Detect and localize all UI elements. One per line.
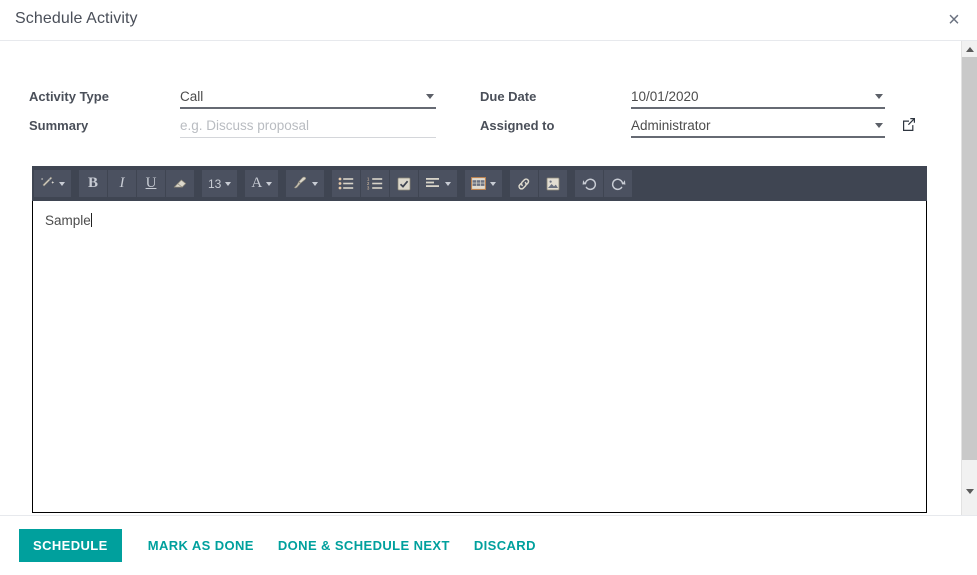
chevron-down-icon[interactable] bbox=[426, 94, 434, 99]
field-due-date: Due Date 10/01/2020 bbox=[480, 85, 920, 114]
activity-type-value[interactable]: Call bbox=[180, 85, 436, 109]
toolbar-group-history bbox=[575, 170, 633, 197]
done-and-schedule-next-button[interactable]: DONE & SCHEDULE NEXT bbox=[266, 529, 462, 562]
chevron-down-icon bbox=[312, 182, 318, 186]
bold-icon[interactable]: B bbox=[79, 170, 107, 197]
underline-icon[interactable]: U bbox=[137, 170, 165, 197]
background-color-brush-icon[interactable] bbox=[286, 170, 324, 197]
toolbar-group-highlight bbox=[286, 170, 325, 197]
due-date-control[interactable]: 10/01/2020 bbox=[631, 85, 885, 111]
text-color-icon[interactable]: A bbox=[245, 170, 278, 197]
font-size-value: 13 bbox=[208, 177, 221, 191]
schedule-activity-dialog: Schedule Activity × Activity Type Call S… bbox=[0, 0, 977, 575]
chevron-down-icon[interactable] bbox=[875, 94, 883, 99]
toolbar-group-lists: 1 2 3 bbox=[332, 170, 458, 197]
close-icon[interactable]: × bbox=[941, 7, 967, 33]
toolbar-group-insert bbox=[510, 170, 568, 197]
page-title: Schedule Activity bbox=[15, 10, 138, 28]
ordered-list-icon[interactable]: 1 2 3 bbox=[361, 170, 389, 197]
toolbar-group-font: B I U bbox=[79, 170, 195, 197]
summary-input[interactable] bbox=[180, 114, 436, 138]
activity-type-control[interactable]: Call bbox=[180, 85, 436, 111]
chevron-down-icon bbox=[490, 182, 496, 186]
link-icon[interactable] bbox=[510, 170, 538, 197]
note-editor-body[interactable]: Sample bbox=[32, 201, 927, 513]
chevron-down-icon bbox=[59, 182, 65, 186]
note-editor-text: Sample bbox=[45, 211, 91, 231]
italic-icon[interactable]: I bbox=[108, 170, 136, 197]
vertical-scrollbar[interactable] bbox=[961, 41, 977, 515]
dialog-footer: SCHEDULE MARK AS DONE DONE & SCHEDULE NE… bbox=[0, 515, 977, 575]
chevron-down-icon bbox=[445, 182, 451, 186]
dialog-header: Schedule Activity × bbox=[0, 0, 977, 41]
table-icon[interactable] bbox=[465, 170, 502, 197]
chevron-down-icon bbox=[225, 182, 231, 186]
scroll-down-arrow-icon[interactable] bbox=[962, 483, 977, 499]
scroll-up-arrow-icon[interactable] bbox=[962, 41, 977, 57]
assigned-to-value[interactable]: Administrator bbox=[631, 114, 885, 138]
checklist-icon[interactable] bbox=[390, 170, 418, 197]
field-summary: Summary bbox=[29, 114, 449, 143]
font-size-select[interactable]: 13 bbox=[202, 170, 237, 197]
chevron-down-icon[interactable] bbox=[875, 123, 883, 128]
toolbar-group-color: A bbox=[245, 170, 279, 197]
summary-control[interactable] bbox=[180, 114, 436, 140]
due-date-label: Due Date bbox=[480, 89, 536, 104]
schedule-button[interactable]: SCHEDULE bbox=[19, 529, 122, 562]
editor-toolbar: B I U 13 bbox=[32, 166, 927, 201]
image-icon[interactable] bbox=[539, 170, 567, 197]
text-cursor bbox=[91, 213, 92, 227]
note-editor: B I U 13 bbox=[32, 166, 927, 513]
toolbar-group-style bbox=[34, 170, 72, 197]
style-magic-wand-icon[interactable] bbox=[34, 170, 71, 197]
field-activity-type: Activity Type Call bbox=[29, 85, 449, 114]
activity-type-label: Activity Type bbox=[29, 89, 109, 104]
chevron-down-icon bbox=[266, 182, 272, 186]
align-left-icon[interactable] bbox=[419, 170, 457, 197]
unordered-list-icon[interactable] bbox=[332, 170, 360, 197]
undo-icon[interactable] bbox=[575, 170, 603, 197]
dialog-body: Activity Type Call Summary Due Date 10/0… bbox=[0, 41, 963, 515]
field-assigned-to: Assigned to Administrator bbox=[480, 114, 920, 143]
summary-label: Summary bbox=[29, 118, 88, 133]
discard-button[interactable]: DISCARD bbox=[462, 529, 548, 562]
mark-as-done-button[interactable]: MARK AS DONE bbox=[136, 529, 266, 562]
toolbar-group-size: 13 bbox=[202, 170, 238, 197]
scrollbar-thumb[interactable] bbox=[962, 57, 977, 460]
assigned-to-label: Assigned to bbox=[480, 118, 554, 133]
clear-format-eraser-icon[interactable] bbox=[166, 170, 194, 197]
toolbar-group-table bbox=[465, 170, 503, 197]
open-record-external-link-icon[interactable] bbox=[900, 115, 918, 133]
due-date-value[interactable]: 10/01/2020 bbox=[631, 85, 885, 109]
svg-text:3: 3 bbox=[367, 186, 370, 190]
assigned-to-control[interactable]: Administrator bbox=[631, 114, 885, 140]
redo-icon[interactable] bbox=[604, 170, 632, 197]
